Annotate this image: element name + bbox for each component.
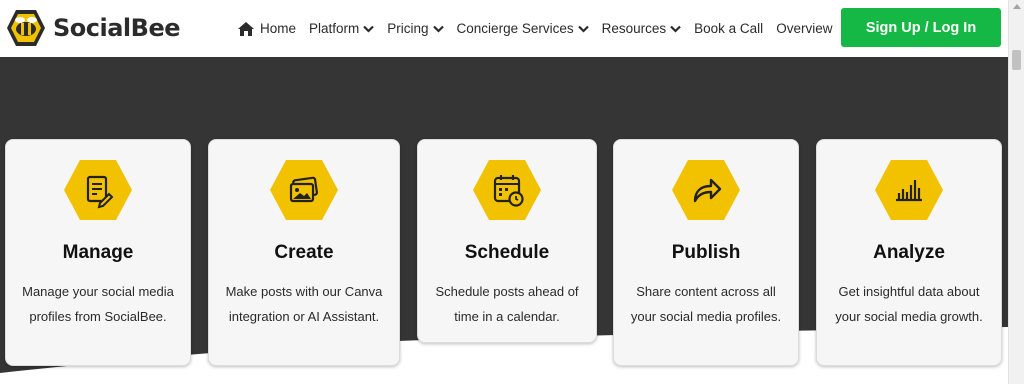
feature-card-schedule: Schedule Schedule posts ahead of time in… <box>417 139 597 343</box>
scroll-up-arrow-icon[interactable] <box>1013 4 1021 9</box>
document-edit-icon <box>64 160 132 220</box>
nav-overview-label: Overview <box>776 21 833 36</box>
nav-overview[interactable]: Overview <box>776 21 832 36</box>
card-description: Manage your social media profiles from S… <box>22 284 174 324</box>
bee-logo-icon <box>7 10 45 46</box>
card-title: Create <box>274 242 334 263</box>
signup-login-button[interactable]: Sign Up / Log In <box>841 8 1001 47</box>
card-description: Share content across all your social med… <box>630 284 782 324</box>
card-description: Get insightful data about your social me… <box>835 284 983 324</box>
chevron-down-icon <box>432 25 444 33</box>
nav-pricing[interactable]: Pricing <box>387 21 444 36</box>
nav-resources[interactable]: Resources <box>602 21 682 36</box>
nav-concierge[interactable]: Concierge Services <box>457 21 589 36</box>
card-description: Make posts with our Canva integration or… <box>225 284 383 324</box>
feature-card-publish: Publish Share content across all your so… <box>613 139 799 366</box>
home-icon <box>238 21 254 36</box>
chevron-down-icon <box>670 25 681 33</box>
chevron-down-icon <box>577 25 589 33</box>
feature-card-manage: Manage Manage your social media profiles… <box>5 139 191 366</box>
main-nav: Home Platform Pricing Concierge Services… <box>238 0 845 57</box>
brand-logo[interactable]: SocialBee <box>6 8 181 48</box>
images-icon <box>270 160 338 220</box>
nav-pricing-label: Pricing <box>387 21 429 36</box>
brand-name: SocialBee <box>53 14 181 42</box>
nav-resources-label: Resources <box>601 21 667 36</box>
nav-book-call[interactable]: Book a Call <box>694 21 763 36</box>
nav-book-call-label: Book a Call <box>694 21 764 36</box>
nav-home[interactable]: Home <box>238 21 296 36</box>
bar-chart-icon <box>875 160 943 220</box>
site-header: SocialBee Home Platform Pricing Concierg… <box>0 0 1008 57</box>
calendar-clock-icon <box>473 160 541 220</box>
card-title: Analyze <box>873 242 945 263</box>
card-title: Publish <box>671 242 741 263</box>
nav-platform[interactable]: Platform <box>309 21 375 36</box>
feature-card-create: Create Make posts with our Canva integra… <box>208 139 400 366</box>
card-description: Schedule posts ahead of time in a calend… <box>435 284 579 324</box>
nav-platform-label: Platform <box>309 21 360 36</box>
nav-concierge-label: Concierge Services <box>456 21 574 36</box>
chevron-down-icon <box>363 25 375 33</box>
feature-card-analyze: Analyze Get insightful data about your s… <box>816 139 1002 366</box>
nav-home-label: Home <box>260 21 297 36</box>
scroll-thumb[interactable] <box>1012 50 1021 70</box>
card-title: Schedule <box>464 242 550 263</box>
page-scrollbar[interactable] <box>1008 0 1024 384</box>
card-title: Manage <box>62 242 134 263</box>
share-arrow-icon <box>672 160 740 220</box>
